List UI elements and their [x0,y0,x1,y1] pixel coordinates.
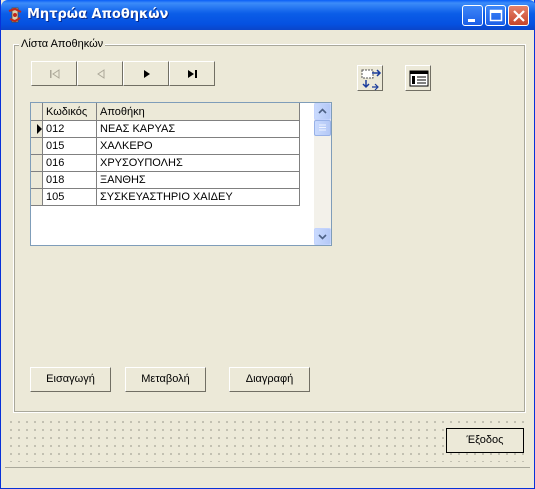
current-row-arrow-icon [37,124,42,134]
next-record-button[interactable] [123,61,169,86]
grid-vertical-scrollbar[interactable] [314,103,331,245]
warehouse-grid[interactable]: Κωδικός Αποθήκη 012 ΝΕΑΣ ΚΑΡΥΑΣ 015 ΧΑΛΚ… [30,102,332,246]
row-indicator[interactable] [31,189,43,206]
table-row-warehouse[interactable]: ΧΑΛΚΕΡΟ [97,138,300,155]
prior-record-icon [97,69,105,79]
table-row-code[interactable]: 012 [43,121,97,138]
window-title: Μητρώα Αποθηκών [27,7,169,22]
row-indicator[interactable] [31,121,43,138]
close-icon [513,10,525,22]
next-record-icon [144,70,150,78]
row-indicator-header [31,103,43,121]
list-view-icon [409,70,429,87]
column-header-code[interactable]: Κωδικός [43,103,97,121]
record-navigator [31,61,215,86]
scroll-up-button[interactable] [314,103,331,120]
table-row-code[interactable]: 015 [43,138,97,155]
first-record-icon [50,69,60,79]
chevron-down-icon [318,234,327,240]
title-bar[interactable]: Μητρώα Αποθηκών [1,0,535,30]
table-row-warehouse[interactable]: ΧΡΥΣΟΥΠΟΛΗΣ [97,155,300,172]
close-window-button[interactable] [508,5,529,26]
table-row-warehouse[interactable]: ΞΑΝΘΗΣ [97,172,300,189]
scroll-down-button[interactable] [314,228,331,245]
app-logo-icon [8,7,22,23]
exit-button[interactable]: Έξοδος [446,428,524,453]
transfer-icon [361,69,382,91]
table-row-warehouse[interactable]: ΣΥΣΚΕΥΑΣΤΗΡΙΟ ΧΑΙΔΕΥ [97,189,300,206]
scroll-thumb[interactable] [314,120,331,136]
grid-header: Κωδικός Αποθήκη [31,103,314,121]
minimize-button[interactable] [462,5,483,26]
row-indicator[interactable] [31,172,43,189]
delete-button[interactable]: Διαγραφή [229,367,310,392]
row-indicator[interactable] [31,155,43,172]
table-row-code[interactable]: 018 [43,172,97,189]
table-row-warehouse[interactable]: ΝΕΑΣ ΚΑΡΥΑΣ [97,121,300,138]
last-record-button[interactable] [169,61,215,86]
list-view-button[interactable] [405,65,431,91]
table-row-code[interactable]: 105 [43,189,97,206]
table-row-code[interactable]: 016 [43,155,97,172]
maximize-icon [489,9,503,22]
last-record-icon [188,70,197,78]
transfer-button[interactable] [357,65,383,91]
modify-button[interactable]: Μεταβολή [125,367,206,392]
maximize-button[interactable] [485,5,506,26]
prior-record-button[interactable] [77,61,123,86]
form-client-area: Λίστα Αποθηκών Κωδικός Αποθήκη 012 ΝΕΑΣ … [5,30,530,485]
status-bar [5,467,530,485]
grip-icon [319,124,326,131]
first-record-button[interactable] [31,61,77,86]
insert-button[interactable]: Εισαγωγή [30,367,111,392]
chevron-up-icon [318,108,327,114]
main-window: Μητρώα Αποθηκών Λίστα Αποθηκών Κωδικός Α… [0,0,535,489]
column-header-warehouse[interactable]: Αποθήκη [97,103,300,121]
row-indicator[interactable] [31,138,43,155]
group-label: Λίστα Αποθηκών [19,38,106,50]
minimize-icon [468,19,475,22]
